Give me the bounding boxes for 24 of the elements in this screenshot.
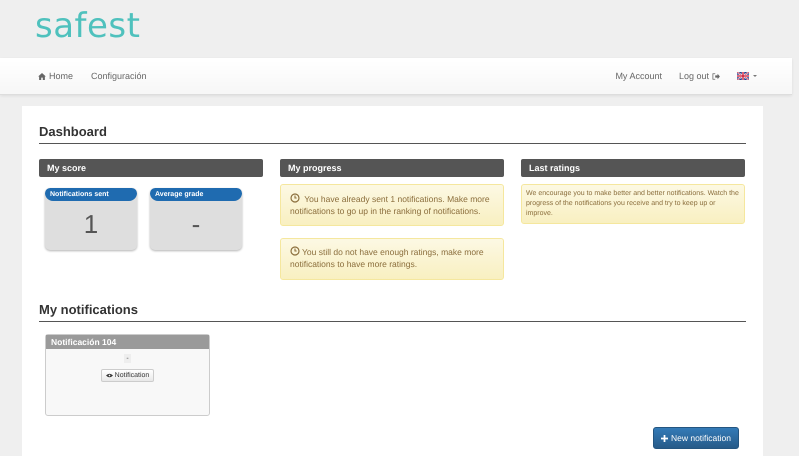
alert-message: You have already sent 1 notifications. Make more notifications to go up in the ranking of notifications. — [280, 184, 504, 226]
section-title: Dashboard — [39, 124, 746, 144]
panel-header: Last ratings — [521, 159, 745, 177]
card-header: Notificación 104 — [46, 335, 209, 349]
flag-icon — [737, 72, 749, 80]
clock-icon — [290, 193, 300, 203]
caret-icon — [753, 75, 757, 77]
clock-icon — [290, 246, 300, 256]
nav-link[interactable]: My Account — [615, 71, 662, 81]
language-dropdown[interactable] — [737, 72, 757, 80]
card-value: - — [190, 208, 202, 240]
new-notification-button[interactable]: New notification — [652, 427, 739, 449]
panel-header: My score — [39, 159, 263, 177]
home-icon — [38, 72, 46, 80]
nav-link[interactable]: Log out — [678, 71, 720, 81]
nav-link[interactable]: Home — [38, 71, 74, 81]
card-value: 1 — [82, 208, 100, 240]
logout-icon — [712, 72, 720, 80]
alert-message: You still do not have enough ratings, make more notifications to have more ratings. — [280, 238, 504, 280]
plus-icon — [660, 434, 668, 442]
eye-icon — [106, 373, 113, 378]
section-title: My notifications — [39, 302, 746, 322]
nav-link[interactable]: Configuración — [91, 71, 147, 81]
panel-header: My progress — [280, 159, 504, 177]
